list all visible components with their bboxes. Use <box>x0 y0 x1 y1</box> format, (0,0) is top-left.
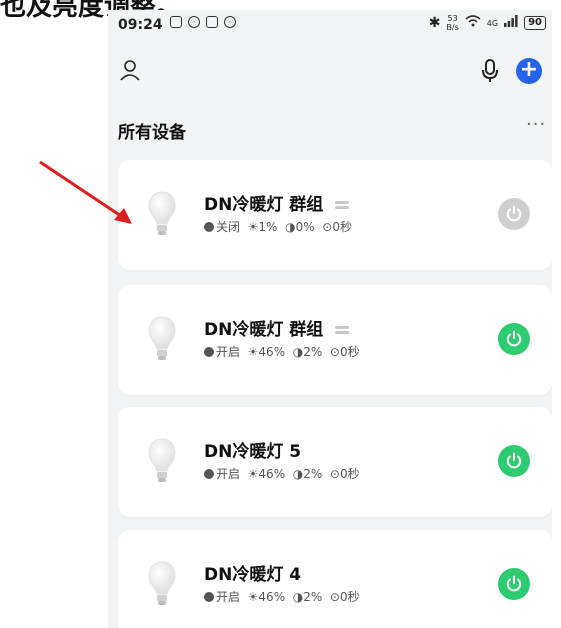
device-name-text: DN冷暖灯 群组 <box>204 195 324 215</box>
section-title: 所有设备 <box>118 123 186 143</box>
group-icon <box>335 326 350 334</box>
device-status: 关闭 ☀1% ◑0% ⊙0秒 <box>204 218 352 235</box>
color-temp-icon: ◑ <box>292 467 304 481</box>
microphone-icon[interactable] <box>480 58 500 84</box>
timer-icon: ⊙ <box>329 590 340 604</box>
bluetooth-icon: ✱ <box>428 15 441 31</box>
device-name: DN冷暖灯 5 <box>204 437 301 462</box>
power-icon <box>506 575 522 592</box>
device-brightness: 46% <box>258 467 286 481</box>
net-speed-value: 53 <box>447 14 458 23</box>
more-options-icon[interactable]: ··· <box>526 114 546 135</box>
device-color-temp: 2% <box>303 345 323 359</box>
power-icon <box>506 205 522 222</box>
wifi-icon <box>465 15 481 31</box>
power-icon <box>506 452 522 469</box>
device-state: 开启 <box>216 345 241 359</box>
user-icon[interactable] <box>118 58 142 82</box>
device-brightness: 1% <box>258 220 278 234</box>
device-timer: 0秒 <box>339 590 360 604</box>
device-name: DN冷暖灯 群组 <box>204 190 350 215</box>
device-name: DN冷暖灯 4 <box>204 560 301 585</box>
power-button[interactable] <box>498 198 530 230</box>
device-state: 开启 <box>216 590 241 604</box>
power-button[interactable] <box>498 445 530 477</box>
notification-icon <box>170 16 182 28</box>
device-color-temp: 0% <box>295 220 315 234</box>
battery-indicator: 90 <box>524 16 546 30</box>
lightbulb-icon <box>148 190 176 238</box>
color-temp-icon: ◑ <box>285 220 296 234</box>
power-button[interactable] <box>498 568 530 600</box>
device-card[interactable]: DN冷暖灯 4 开启 ☀46% ◑2% ⊙0秒 <box>118 530 552 628</box>
device-timer: 0秒 <box>332 220 352 234</box>
lightbulb-icon <box>148 315 176 363</box>
net-speed: 53 B/s <box>446 14 458 32</box>
timer-icon: ⊙ <box>329 345 340 359</box>
device-timer: 0秒 <box>339 467 360 481</box>
nfc-icon <box>206 16 218 28</box>
phone-screen: 09:24 ✱ 53 B/s 4G 90 + 所有设备 ··· DN冷暖灯 群组… <box>108 10 552 628</box>
net-speed-unit: B/s <box>446 23 459 32</box>
brightness-icon: ☀ <box>247 345 259 359</box>
signal-icon <box>504 15 518 31</box>
power-state-icon <box>204 592 214 602</box>
status-right: ✱ 53 B/s 4G 90 <box>429 14 546 32</box>
power-icon <box>506 330 522 347</box>
power-state-icon <box>204 222 214 232</box>
power-state-icon <box>204 469 214 479</box>
device-card[interactable]: DN冷暖灯 5 开启 ☀46% ◑2% ⊙0秒 <box>118 407 552 517</box>
device-state: 关闭 <box>216 220 241 234</box>
timer-icon: ⊙ <box>322 220 333 234</box>
network-type: 4G <box>486 18 499 28</box>
device-name-text: DN冷暖灯 5 <box>204 442 302 462</box>
chat-icon <box>188 16 200 28</box>
brightness-icon: ☀ <box>247 467 259 481</box>
device-name-text: DN冷暖灯 4 <box>204 565 302 585</box>
power-state-icon <box>204 347 214 357</box>
color-temp-icon: ◑ <box>292 345 304 359</box>
power-button[interactable] <box>498 323 530 355</box>
add-device-button[interactable]: + <box>516 58 542 84</box>
lightbulb-icon <box>148 560 176 608</box>
device-status: 开启 ☀46% ◑2% ⊙0秒 <box>204 343 360 360</box>
device-card[interactable]: DN冷暖灯 群组 关闭 ☀1% ◑0% ⊙0秒 <box>118 160 552 270</box>
group-icon <box>335 201 350 209</box>
status-time: 09:24 <box>118 17 163 33</box>
device-state: 开启 <box>216 467 241 481</box>
device-timer: 0秒 <box>339 345 360 359</box>
device-brightness: 46% <box>258 345 286 359</box>
app-header: + <box>108 50 552 94</box>
annotation-arrow <box>39 160 132 224</box>
device-card[interactable]: DN冷暖灯 群组 开启 ☀46% ◑2% ⊙0秒 <box>118 285 552 395</box>
timer-icon: ⊙ <box>329 467 340 481</box>
device-status: 开启 ☀46% ◑2% ⊙0秒 <box>204 465 360 482</box>
alarm-icon <box>224 16 236 28</box>
device-color-temp: 2% <box>303 467 323 481</box>
device-color-temp: 2% <box>303 590 323 604</box>
lightbulb-icon <box>148 437 176 485</box>
device-name-text: DN冷暖灯 群组 <box>204 320 324 340</box>
device-name: DN冷暖灯 群组 <box>204 315 350 340</box>
notification-icons <box>170 16 236 28</box>
status-bar: 09:24 ✱ 53 B/s 4G 90 <box>108 10 552 40</box>
brightness-icon: ☀ <box>247 220 259 234</box>
color-temp-icon: ◑ <box>292 590 304 604</box>
brightness-icon: ☀ <box>247 590 259 604</box>
device-status: 开启 ☀46% ◑2% ⊙0秒 <box>204 588 360 605</box>
device-brightness: 46% <box>258 590 286 604</box>
